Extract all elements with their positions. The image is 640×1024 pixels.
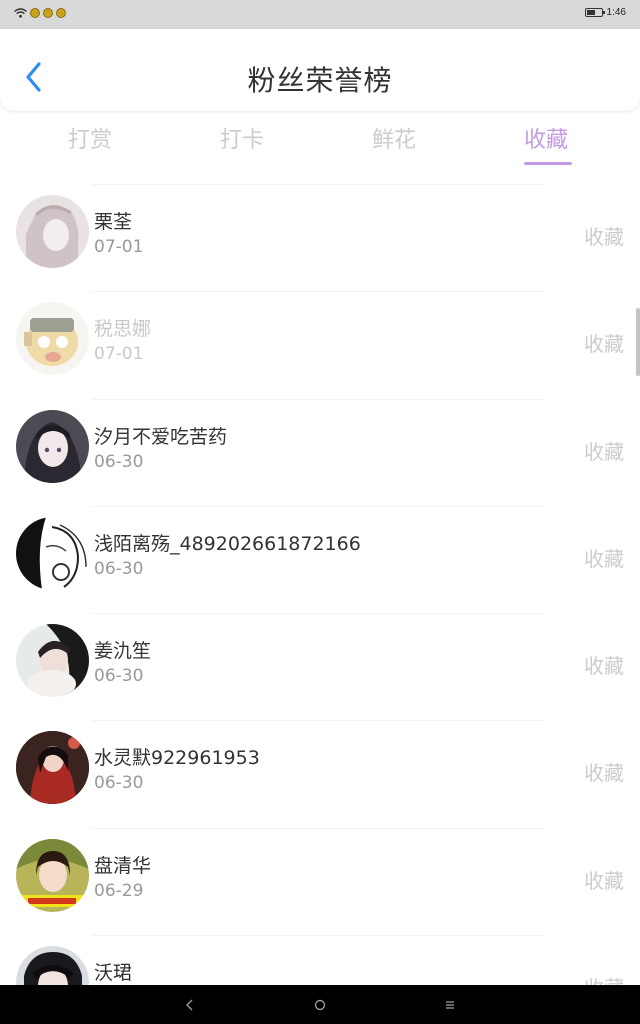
active-tab-indicator — [524, 162, 572, 165]
fan-name: 汐月不爱吃苦药 — [94, 425, 228, 448]
favorite-action[interactable]: 收藏 — [584, 436, 624, 465]
avatar[interactable] — [16, 409, 89, 483]
fan-list: 栗荃 07-01 收藏 税思娜 07-01 收藏 汐月不爱吃苦药 06-30 收… — [0, 180, 640, 1024]
avatar[interactable] — [16, 624, 89, 698]
fan-name: 沃珺 — [94, 962, 133, 985]
status-icons — [14, 8, 66, 18]
fan-name: 水灵默922961953 — [94, 747, 260, 770]
tab-checkin[interactable]: 打卡 — [220, 122, 264, 154]
fan-date: 07-01 — [94, 237, 144, 257]
fan-name: 姜氿笙 — [94, 640, 152, 663]
title-bar: 粉丝荣誉榜 — [0, 29, 640, 111]
fan-name: 税思娜 — [94, 318, 152, 341]
nav-back-button[interactable] — [170, 985, 210, 1024]
fan-date: 06-30 — [94, 773, 144, 794]
fan-name: 盘清华 — [94, 854, 152, 877]
status-bar: 1:46 — [0, 0, 640, 29]
list-item[interactable]: 汐月不爱吃苦药 06-30 收藏 — [0, 395, 640, 502]
tab-flowers[interactable]: 鲜花 — [372, 122, 416, 154]
fan-name: 栗荃 — [94, 211, 133, 233]
avatar[interactable] — [16, 838, 89, 912]
avatar[interactable] — [16, 731, 89, 805]
notification-icon — [30, 8, 40, 18]
nav-recents-button[interactable] — [430, 985, 470, 1024]
battery-icon — [584, 8, 605, 17]
avatar[interactable] — [16, 516, 89, 590]
divider — [92, 398, 544, 400]
favorite-action[interactable]: 收藏 — [584, 328, 624, 357]
notification-icon — [56, 8, 66, 18]
list-item[interactable]: 水灵默922961953 06-30 收藏 — [0, 716, 640, 823]
fan-date: 06-29 — [94, 880, 144, 901]
divider — [92, 613, 544, 615]
favorite-action[interactable]: 收藏 — [584, 650, 624, 679]
recents-nav-icon — [446, 1000, 454, 1009]
divider — [92, 505, 544, 507]
fan-date: 06-30 — [94, 451, 144, 472]
fan-date: 06-30 — [94, 558, 144, 579]
divider — [92, 291, 544, 293]
divider — [92, 827, 544, 829]
system-nav-bar — [0, 985, 640, 1024]
home-nav-icon — [314, 999, 326, 1010]
app-screen: 1:46 粉丝荣誉榜 打赏 打卡 鲜花 收藏 栗荃 07-01 收藏 税思娜 0… — [0, 0, 640, 1024]
avatar[interactable] — [16, 302, 89, 376]
fan-name: 浅陌离殇_489202661872166 — [94, 532, 361, 555]
tab-favorites[interactable]: 收藏 — [524, 122, 568, 154]
list-item[interactable]: 盘清华 06-29 收藏 — [0, 824, 640, 931]
notification-icon — [43, 8, 53, 18]
list-item[interactable]: 浅陌离殇_489202661872166 06-30 收藏 — [0, 502, 640, 609]
favorite-action[interactable]: 收藏 — [584, 757, 624, 786]
scrollbar[interactable] — [636, 308, 640, 376]
fan-date: 07-01 — [94, 344, 144, 365]
status-right: 1:46 — [584, 7, 626, 18]
list-item[interactable]: 税思娜 07-01 收藏 — [0, 287, 640, 394]
list-item[interactable]: 姜氿笙 06-30 收藏 — [0, 609, 640, 716]
favorite-action[interactable]: 收藏 — [584, 543, 624, 572]
tab-reward[interactable]: 打赏 — [68, 122, 112, 154]
back-nav-icon — [186, 999, 193, 1010]
avatar[interactable] — [16, 195, 89, 268]
page-title: 粉丝荣誉榜 — [247, 64, 393, 97]
fan-date: 06-30 — [94, 666, 144, 687]
clock: 1:46 — [606, 7, 626, 18]
battery-level — [586, 10, 595, 15]
list-item[interactable]: 栗荃 07-01 收藏 — [0, 180, 640, 287]
favorite-action[interactable]: 收藏 — [584, 865, 624, 894]
favorite-action[interactable]: 收藏 — [584, 221, 624, 250]
nav-home-button[interactable] — [300, 985, 340, 1024]
divider — [92, 720, 544, 722]
divider — [92, 184, 544, 185]
wifi-icon — [14, 8, 27, 18]
divider — [92, 935, 544, 937]
tab-bar: 打赏 打卡 鲜花 收藏 — [0, 112, 640, 172]
